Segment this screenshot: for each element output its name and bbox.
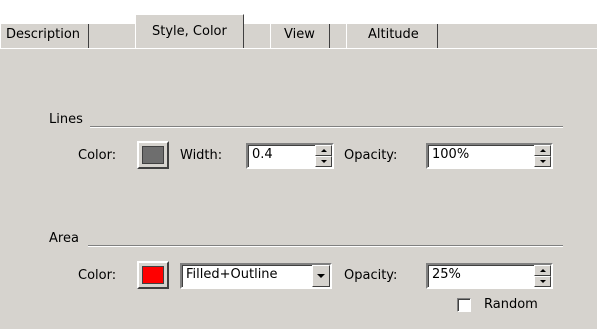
arrow-up-icon (320, 149, 327, 152)
arrow-up-icon (539, 269, 546, 272)
lines-color-fill (142, 146, 164, 164)
spin-up-button[interactable] (534, 265, 551, 276)
lines-opacity-label: Opacity: (344, 148, 398, 163)
arrow-down-icon (320, 160, 327, 163)
spin-down-button[interactable] (315, 156, 332, 167)
lines-group-title: Lines (49, 112, 83, 127)
lines-width-label: Width: (180, 148, 223, 163)
tab-style-color[interactable]: Style, Color (135, 14, 244, 48)
area-group-rule (88, 245, 563, 247)
area-opacity-label: Opacity: (344, 268, 398, 283)
tab-divider (0, 48, 597, 49)
lines-opacity-spinner[interactable] (534, 145, 551, 167)
arrow-down-icon (539, 160, 546, 163)
area-fill-mode-value: Filled+Outline (186, 267, 278, 282)
area-color-fill (142, 266, 164, 284)
lines-color-swatch[interactable] (137, 141, 169, 169)
lines-opacity-field[interactable]: 100% (426, 143, 553, 169)
tab-altitude[interactable]: Altitude (346, 24, 438, 48)
tab-strip-background (0, 14, 597, 24)
area-color-swatch[interactable] (137, 261, 169, 289)
area-group-title: Area (49, 231, 79, 246)
spin-up-button[interactable] (534, 145, 551, 156)
dropdown-button[interactable] (312, 265, 330, 287)
spin-down-button[interactable] (534, 156, 551, 167)
random-label: Random (484, 297, 538, 312)
lines-width-spinner[interactable] (315, 145, 332, 167)
tab-description[interactable]: Description (0, 24, 90, 48)
area-opacity-field[interactable]: 25% (426, 263, 553, 289)
lines-width-value: 0.4 (252, 147, 273, 162)
spin-up-button[interactable] (315, 145, 332, 156)
tab-view[interactable]: View (270, 24, 330, 48)
spin-down-button[interactable] (534, 276, 551, 287)
chevron-down-icon (317, 274, 325, 278)
style-color-dialog: Description Style, Color View Altitude L… (0, 14, 597, 329)
random-checkbox[interactable] (457, 298, 471, 312)
lines-group-rule (90, 126, 563, 128)
area-color-label: Color: (78, 268, 117, 283)
area-fill-mode-select[interactable]: Filled+Outline (180, 263, 332, 289)
lines-width-field[interactable]: 0.4 (246, 143, 334, 169)
area-opacity-spinner[interactable] (534, 265, 551, 287)
area-opacity-value: 25% (432, 267, 461, 282)
lines-opacity-value: 100% (432, 147, 470, 162)
arrow-up-icon (539, 149, 546, 152)
arrow-down-icon (539, 280, 546, 283)
lines-color-label: Color: (78, 148, 117, 163)
